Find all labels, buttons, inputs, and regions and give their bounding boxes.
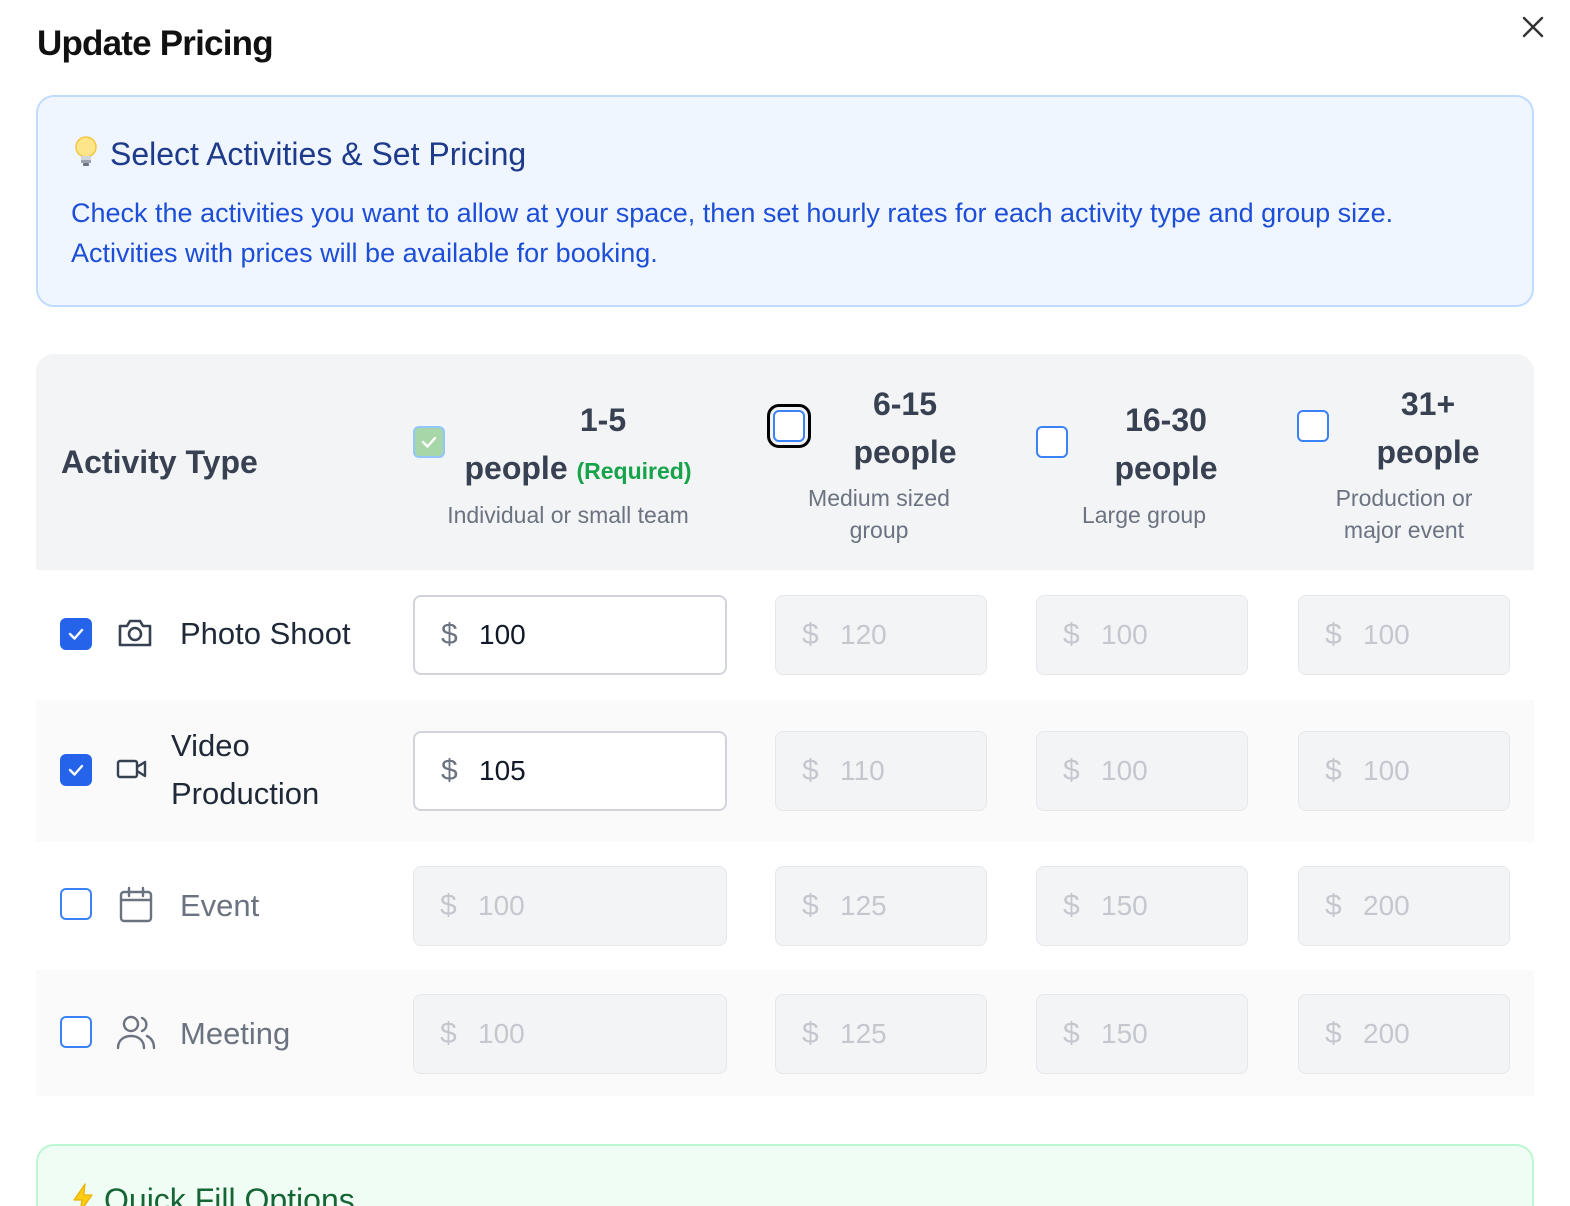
camera-icon bbox=[116, 616, 154, 655]
column-label-line2: people (Required) bbox=[413, 444, 743, 495]
price-photo-shoot-1-5[interactable]: $100 bbox=[413, 595, 727, 675]
currency-symbol: $ bbox=[802, 618, 819, 651]
currency-symbol: $ bbox=[1325, 889, 1342, 922]
video-icon bbox=[116, 758, 148, 785]
column-people-label: people bbox=[464, 450, 568, 486]
group-6-15-checkbox[interactable] bbox=[767, 404, 811, 448]
price-meeting-6-15[interactable]: $125 bbox=[775, 994, 987, 1074]
price-value: 100 bbox=[1101, 755, 1148, 786]
price-video-production-1-5[interactable]: $105 bbox=[413, 731, 727, 811]
currency-symbol: $ bbox=[1325, 754, 1342, 787]
users-icon bbox=[116, 1014, 156, 1055]
price-meeting-1-5[interactable]: $100 bbox=[413, 994, 727, 1074]
price-meeting-31-plus[interactable]: $200 bbox=[1298, 994, 1510, 1074]
table-row-meeting: Meeting $100 $125 $150 $200 bbox=[36, 970, 1534, 1096]
price-value: 150 bbox=[1101, 890, 1148, 921]
info-text: Check the activities you want to allow a… bbox=[71, 198, 1394, 268]
column-subtitle: Large group bbox=[1081, 502, 1207, 528]
table-row-event: Event $100 $125 $150 $200 bbox=[36, 842, 1534, 970]
column-16-30-people: 16-30 people Large group bbox=[1034, 354, 1254, 570]
column-people-label: people bbox=[853, 434, 957, 470]
price-value: 100 bbox=[478, 1018, 525, 1049]
column-people-label: people bbox=[1376, 434, 1480, 470]
price-value: 100 bbox=[479, 619, 526, 650]
currency-symbol: $ bbox=[441, 618, 458, 651]
price-event-31-plus[interactable]: $200 bbox=[1298, 866, 1510, 946]
dialog-title: Update Pricing bbox=[37, 24, 274, 63]
price-video-production-16-30[interactable]: $100 bbox=[1036, 731, 1248, 811]
meeting-checkbox[interactable] bbox=[60, 1016, 92, 1048]
lightbulb-icon bbox=[72, 135, 100, 174]
price-value: 125 bbox=[840, 1018, 887, 1049]
activity-label: Photo Shoot bbox=[180, 616, 351, 651]
price-value: 150 bbox=[1101, 1018, 1148, 1049]
price-value: 100 bbox=[1363, 619, 1410, 650]
info-panel: Select Activities & Set Pricing Check th… bbox=[36, 95, 1534, 307]
column-1-5-people: 1-5 people (Required) Individual or smal… bbox=[413, 354, 743, 570]
activity-type-header: Activity Type bbox=[61, 444, 258, 480]
currency-symbol: $ bbox=[1063, 618, 1080, 651]
price-value: 200 bbox=[1363, 1018, 1410, 1049]
price-value: 125 bbox=[840, 890, 887, 921]
price-video-production-6-15[interactable]: $110 bbox=[775, 731, 987, 811]
currency-symbol: $ bbox=[1325, 618, 1342, 651]
close-icon[interactable] bbox=[1518, 12, 1548, 42]
price-meeting-16-30[interactable]: $150 bbox=[1036, 994, 1248, 1074]
price-event-6-15[interactable]: $125 bbox=[775, 866, 987, 946]
group-31-plus-checkbox[interactable] bbox=[1297, 410, 1329, 442]
currency-symbol: $ bbox=[1063, 1017, 1080, 1050]
table-row-photo-shoot: Photo Shoot $100 $120 $100 $100 bbox=[36, 570, 1534, 700]
info-title: Select Activities & Set Pricing bbox=[110, 136, 527, 172]
column-6-15-people: 6-15 people Medium sized group bbox=[767, 354, 989, 570]
activity-label: Video Production bbox=[171, 728, 320, 811]
quick-fill-panel: Quick Fill Options bbox=[36, 1144, 1534, 1206]
column-31-plus-people: 31+ people Production or major event bbox=[1296, 354, 1516, 570]
update-pricing-dialog: Update Pricing Select Activities & Set P… bbox=[0, 0, 1570, 1206]
column-subtitle: Individual or small team bbox=[447, 502, 689, 528]
currency-symbol: $ bbox=[1063, 889, 1080, 922]
price-value: 120 bbox=[840, 619, 887, 650]
price-photo-shoot-16-30[interactable]: $100 bbox=[1036, 595, 1248, 675]
column-people-label: people bbox=[1114, 450, 1218, 486]
currency-symbol: $ bbox=[1325, 1017, 1342, 1050]
currency-symbol: $ bbox=[440, 889, 457, 922]
group-16-30-checkbox[interactable] bbox=[1036, 426, 1068, 458]
pricing-table: Activity Type 1-5 people (Required) Indi… bbox=[36, 354, 1534, 1096]
price-event-16-30[interactable]: $150 bbox=[1036, 866, 1248, 946]
price-value: 105 bbox=[479, 755, 526, 786]
photo-shoot-checkbox[interactable] bbox=[60, 618, 92, 650]
currency-symbol: $ bbox=[802, 889, 819, 922]
price-value: 100 bbox=[1101, 619, 1148, 650]
video-production-checkbox[interactable] bbox=[60, 754, 92, 786]
column-label: 1-5 bbox=[579, 402, 627, 438]
price-photo-shoot-6-15[interactable]: $120 bbox=[775, 595, 987, 675]
activity-label: Event bbox=[180, 888, 260, 923]
currency-symbol: $ bbox=[802, 1017, 819, 1050]
table-header: Activity Type 1-5 people (Required) Indi… bbox=[36, 354, 1534, 570]
price-value: 100 bbox=[478, 890, 525, 921]
price-value: 200 bbox=[1363, 890, 1410, 921]
price-photo-shoot-31-plus[interactable]: $100 bbox=[1298, 595, 1510, 675]
price-event-1-5[interactable]: $100 bbox=[413, 866, 727, 946]
column-label: 6-15 bbox=[872, 386, 938, 422]
column-subtitle: Production or major event bbox=[1335, 485, 1473, 543]
activity-label: Meeting bbox=[180, 1016, 291, 1051]
price-video-production-31-plus[interactable]: $100 bbox=[1298, 731, 1510, 811]
lightning-icon bbox=[72, 1183, 94, 1206]
currency-symbol: $ bbox=[802, 754, 819, 787]
currency-symbol: $ bbox=[440, 1017, 457, 1050]
required-badge: (Required) bbox=[576, 458, 692, 484]
price-value: 110 bbox=[840, 755, 885, 786]
event-checkbox[interactable] bbox=[60, 888, 92, 920]
table-row-video-production: Video Production $105 $110 $100 $100 bbox=[36, 700, 1534, 842]
currency-symbol: $ bbox=[441, 754, 458, 787]
calendar-icon bbox=[118, 886, 154, 929]
column-subtitle: Medium sized group bbox=[808, 485, 950, 543]
currency-symbol: $ bbox=[1063, 754, 1080, 787]
column-label: 31+ bbox=[1400, 386, 1456, 422]
quick-fill-title: Quick Fill Options bbox=[104, 1182, 355, 1206]
price-value: 100 bbox=[1363, 755, 1410, 786]
column-label: 16-30 bbox=[1125, 402, 1207, 438]
